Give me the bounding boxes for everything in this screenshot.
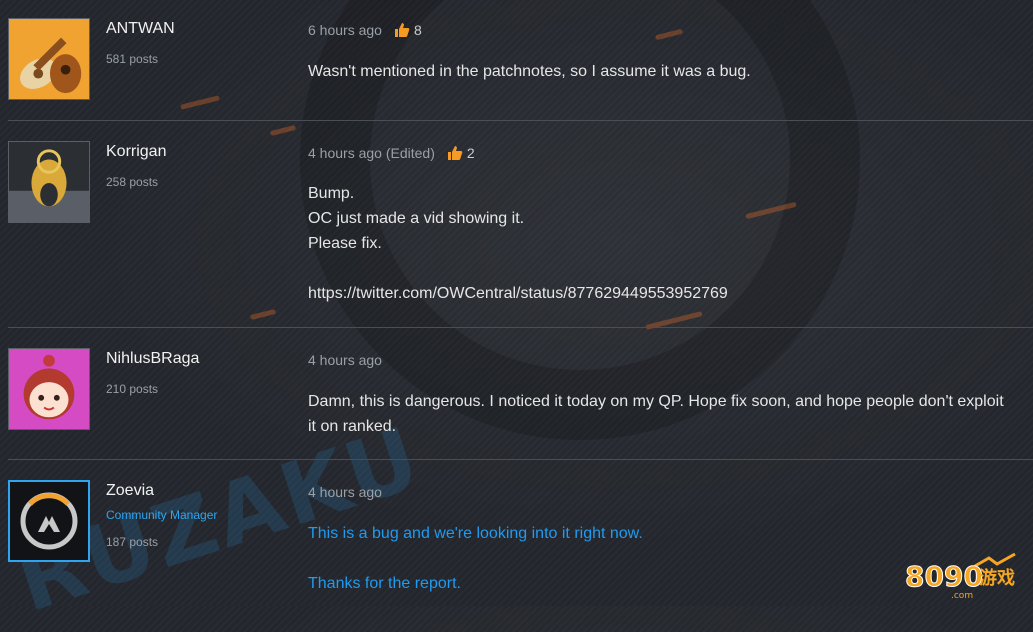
post-divider [8,459,1033,460]
post-line: Damn, this is dangerous. I noticed it to… [308,393,1004,435]
mercy-avatar-icon [9,142,89,222]
post-count: 581 posts [106,52,159,66]
post-time: 4 hours ago (Edited) [308,145,435,161]
post-body: This is a bug and we're looking into it … [308,521,1008,596]
like-count: 2 [466,145,475,161]
post-line: This is a bug and we're looking into it … [308,525,643,542]
thumbs-up-icon [394,23,410,37]
svg-text:.com: .com [951,591,973,600]
dva-avatar-icon [9,349,89,429]
post-link[interactable]: https://twitter.com/OWCentral/status/877… [308,281,1008,306]
post-meta: 4 hours ago [308,484,382,500]
post-body: Bump. OC just made a vid showing it. Ple… [308,181,1008,306]
post-meta: 4 hours ago [308,352,382,368]
post-line: OC just made a vid showing it. [308,210,525,227]
avatar[interactable] [8,141,90,223]
post-body: Damn, this is dangerous. I noticed it to… [308,389,1008,439]
username[interactable]: Zoevia [106,482,154,500]
guitar-avatar-icon [9,19,89,99]
ember-particle [179,95,221,110]
post-line: Wasn't mentioned in the patchnotes, so I… [308,63,751,80]
post-count: 210 posts [106,382,159,396]
username[interactable]: NihlusBRaga [106,350,199,368]
post-line: Thanks for the report. [308,575,461,592]
site-watermark-logo: 8090 游戏 .com [905,552,1016,600]
post-meta: 6 hours ago 8 [308,22,422,38]
like-count: 8 [413,22,422,38]
post-line: Bump. [308,185,355,202]
post-time: 6 hours ago [308,22,382,38]
post-body: Wasn't mentioned in the patchnotes, so I… [308,59,1008,84]
post-count: 258 posts [106,175,159,189]
avatar[interactable] [8,480,90,562]
post-count: 187 posts [106,535,159,549]
username[interactable]: Korrigan [106,143,166,161]
like-button[interactable]: 8 [394,22,422,38]
like-button[interactable]: 2 [447,145,475,161]
post-time: 4 hours ago [308,352,382,368]
role-badge: Community Manager [106,508,218,522]
post-meta: 4 hours ago (Edited) 2 [308,145,475,161]
post-line: Please fix. [308,235,382,252]
post-time: 4 hours ago [308,484,382,500]
post-divider [8,120,1033,121]
username[interactable]: ANTWAN [106,20,175,38]
ember-particle [654,28,684,41]
post-line-blank [308,256,1008,281]
avatar[interactable] [8,348,90,430]
avatar[interactable] [8,18,90,100]
svg-text:游戏: 游戏 [979,567,1015,589]
post-line-blank [308,546,1008,571]
svg-text:8090: 8090 [905,560,983,593]
ember-particle [249,308,277,321]
post-divider [8,327,1033,328]
ember-particle [269,124,297,137]
thumbs-up-icon [447,146,463,160]
overwatch-logo-icon [10,482,88,560]
